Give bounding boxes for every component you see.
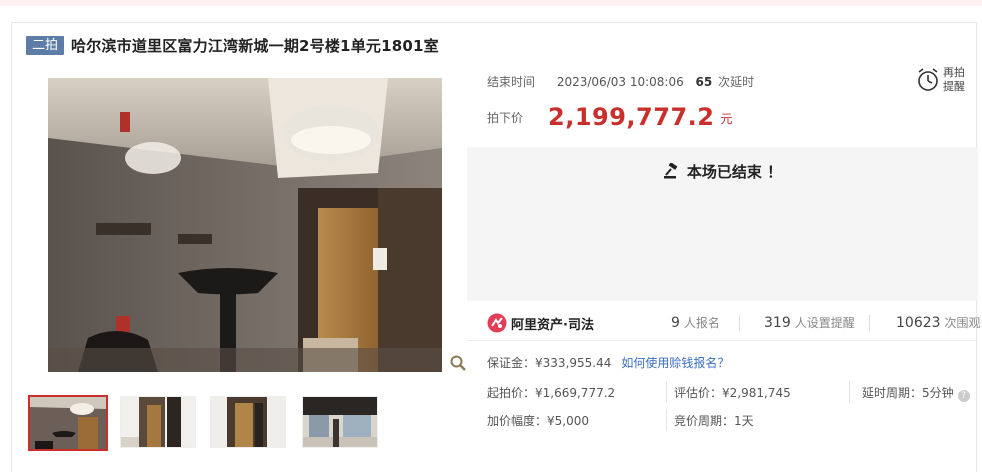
end-time-value: 2023/06/03 10:08:06 <box>556 75 684 89</box>
thumbnail-1[interactable] <box>28 395 108 451</box>
auction-ended-panel: 本场已结束 ！ <box>467 147 978 301</box>
terms-divider <box>666 381 667 403</box>
final-price-value: 2,199,777.2 <box>548 103 715 131</box>
terms-divider <box>849 381 850 403</box>
signup-count: 9 <box>671 315 680 331</box>
top-banner-strip <box>0 0 982 6</box>
remind-label-1: 再拍 <box>943 66 965 79</box>
start-price: 起拍价：¥1,669,777.2 <box>487 386 616 400</box>
stats-bar: 阿里资产·司法 9 人报名 319 人设置提醒 10623 次围观 <box>467 301 981 341</box>
platform-logo[interactable]: 阿里资产·司法 <box>487 313 594 333</box>
stat-divider <box>739 315 740 331</box>
alarm-clock-icon <box>918 68 938 91</box>
deposit-row: 保证金：¥333,955.44 如何使用赊钱报名？ <box>487 354 729 371</box>
appraisal-price: 评估价：¥2,981,745 <box>674 386 791 400</box>
gavel-icon <box>663 162 678 179</box>
final-price-label: 拍下价 <box>487 111 524 125</box>
help-question-icon[interactable]: ? <box>957 390 970 402</box>
platform-name: 阿里资产·司法 <box>511 317 594 333</box>
final-price-row: 拍下价 2,199,777.2 元 <box>487 103 732 131</box>
delay-period-cell: 延时周期：5分钟? <box>862 384 970 402</box>
signup-stat: 9 人报名 <box>671 314 720 331</box>
delay-unit: 次延时 <box>718 75 755 89</box>
thumbnail-2[interactable] <box>120 396 196 448</box>
re-auction-reminder-button[interactable]: 再拍 提醒 <box>915 64 971 98</box>
reminder-stat: 319 人设置提醒 <box>764 314 855 331</box>
bid-increment: 加价幅度：¥5,000 <box>487 414 589 428</box>
credit-signup-help-link[interactable]: 如何使用赊钱报名？ <box>621 356 729 370</box>
thumbnail-3[interactable] <box>210 396 286 448</box>
auction-ended-text: 本场已结束 ！ <box>686 163 783 181</box>
bid-period: 竞价周期：1天 <box>674 414 754 428</box>
remind-label-2: 提醒 <box>943 80 965 93</box>
watch-count: 10623 <box>896 315 941 331</box>
reminder-count: 319 <box>764 315 791 331</box>
zoom-icon[interactable] <box>450 355 466 371</box>
stat-divider <box>869 315 870 331</box>
page-title: 哈尔滨市道里区富力江湾新城一期2号楼1单元1801室 <box>71 36 439 55</box>
delay-period: 延时周期：5分钟 <box>862 386 954 400</box>
terms-divider <box>666 409 667 431</box>
ali-assets-logo-icon <box>487 313 507 333</box>
end-time-row: 结束时间 2023/06/03 10:08:06 65 次延时 <box>487 73 754 90</box>
signup-unit: 人报名 <box>683 316 720 330</box>
delay-count: 65 <box>695 75 713 89</box>
deposit-amount: 保证金：¥333,955.44 <box>487 356 612 370</box>
reminder-unit: 人设置提醒 <box>794 316 855 330</box>
watch-stat: 10623 次围观 <box>896 314 981 331</box>
title-row: 二拍 哈尔滨市道里区富力江湾新城一期2号楼1单元1801室 <box>26 34 439 56</box>
main-property-photo[interactable] <box>48 78 442 372</box>
auction-card: 二拍 哈尔滨市道里区富力江湾新城一期2号楼1单元1801室 结束时间 2023/… <box>11 22 981 472</box>
auction-round-badge: 二拍 <box>26 35 65 55</box>
hallway-photo-illustration <box>48 78 442 372</box>
watch-unit: 次围观 <box>944 316 981 330</box>
thumbnail-4[interactable] <box>302 396 378 448</box>
end-time-label: 结束时间 <box>487 75 536 89</box>
final-price-unit: 元 <box>720 112 733 126</box>
